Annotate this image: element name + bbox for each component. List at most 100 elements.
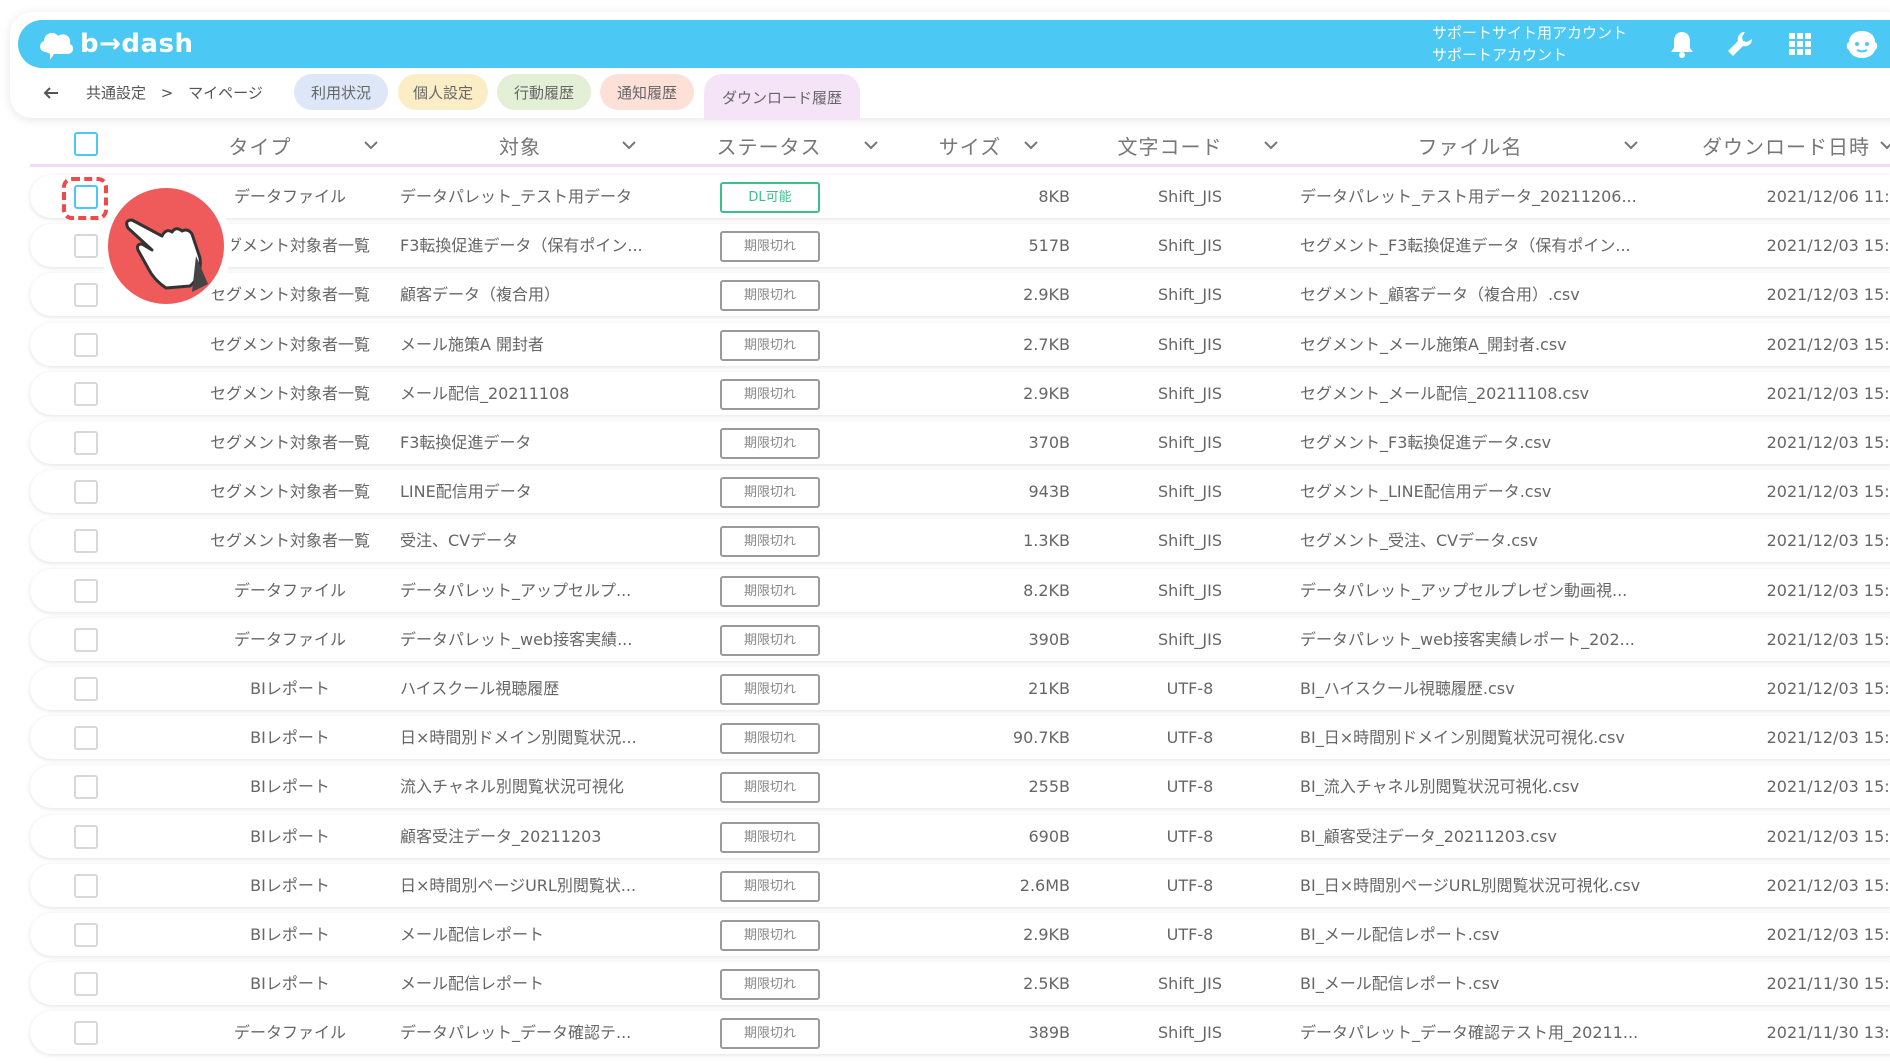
chevron-down-icon[interactable] bbox=[1262, 136, 1280, 154]
row-checkbox[interactable] bbox=[74, 431, 98, 455]
column-header-download-date[interactable]: ダウンロード日時 bbox=[1690, 130, 1870, 160]
cell-filename: BI_日×時間別ドメイン別閲覧状況可視化.csv bbox=[1300, 728, 1625, 748]
row-checkbox[interactable] bbox=[74, 972, 98, 997]
row-checkbox[interactable] bbox=[74, 332, 98, 357]
table-row[interactable]: データファイル データパレット_データ確認テ... 期限切れ 389B Shift_JI… bbox=[30, 1011, 1890, 1055]
row-checkbox[interactable] bbox=[74, 381, 98, 406]
cell-size: 1.3KB bbox=[1023, 531, 1070, 551]
bell-icon[interactable] bbox=[1664, 26, 1700, 62]
table-row[interactable]: データファイル データパレット_web接客実績... 期限切れ 390B Shift_J… bbox=[30, 617, 1890, 661]
table-row[interactable]: セグメント対象者一覧 F3転換促進データ 期限切れ 370B Shift_JIS セグメン… bbox=[30, 421, 1890, 464]
wrench-icon[interactable] bbox=[1722, 26, 1758, 62]
cell-size: 517B bbox=[1028, 236, 1070, 256]
chevron-down-icon[interactable] bbox=[1022, 136, 1040, 154]
cell-download-date: 2021/11/30 13:34 bbox=[1766, 1023, 1890, 1043]
row-checkbox[interactable] bbox=[74, 234, 98, 259]
row-checkbox[interactable] bbox=[74, 578, 98, 603]
logo-text: b→dash bbox=[80, 29, 194, 59]
table-row[interactable]: セグメント対象者一覧 メール配信_20211108 期限切れ 2.9KB Shift_J… bbox=[30, 371, 1890, 415]
cell-encoding: Shift_JIS bbox=[1158, 236, 1222, 256]
cell-download-date: 2021/12/03 15:49 bbox=[1766, 826, 1890, 846]
table-row[interactable]: BIレポート 日×時間別ページURL別閲覧状... 期限切れ 2.6MB UTF-8 BI… bbox=[30, 863, 1890, 907]
cell-type: セグメント対象者一覧 bbox=[209, 334, 370, 354]
row-checkbox[interactable] bbox=[74, 726, 98, 751]
cell-download-date: 2021/12/06 11:09 bbox=[1766, 187, 1890, 206]
row-checkbox[interactable] bbox=[74, 923, 98, 947]
cell-type: BIレポート bbox=[250, 679, 330, 698]
column-header-type[interactable]: タイプ bbox=[200, 130, 320, 160]
tab-action-history[interactable]: 行動履歴 bbox=[497, 74, 591, 110]
table-row[interactable]: データファイル データパレット_テスト用データ DL可能 8KB Shift_JIS デー… bbox=[30, 175, 1890, 218]
tab-download-history[interactable]: ダウンロード履歴 bbox=[704, 74, 860, 120]
row-checkbox[interactable] bbox=[74, 824, 98, 849]
cell-type: BIレポート bbox=[250, 925, 330, 944]
row-checkbox[interactable] bbox=[74, 677, 98, 701]
cell-size: 690B bbox=[1028, 826, 1070, 846]
breadcrumb-item-mypage[interactable]: マイページ bbox=[188, 84, 263, 102]
table-row[interactable]: BIレポート ハイスクール視聴履歴 期限切れ 21KB UTF-8 BI_ハイスクール視聴… bbox=[30, 667, 1890, 710]
cell-type: BIレポート bbox=[250, 777, 330, 797]
cell-size: 21KB bbox=[1028, 679, 1070, 698]
cell-encoding: Shift_JIS bbox=[1158, 580, 1222, 600]
table-row[interactable]: BIレポート 日×時間別ドメイン別閲覧状況... 期限切れ 90.7KB UTF-8 BI… bbox=[30, 716, 1890, 760]
cell-encoding: Shift_JIS bbox=[1158, 285, 1222, 305]
row-checkbox[interactable] bbox=[74, 283, 98, 308]
cell-size: 2.6MB bbox=[1019, 875, 1070, 895]
cell-target: データパレット_テスト用データ bbox=[400, 187, 633, 206]
table-row[interactable]: セグメント対象者一覧 メール施策A 開封者 期限切れ 2.7KB Shift_JIS セグ… bbox=[30, 322, 1890, 366]
select-all-checkbox[interactable] bbox=[74, 132, 98, 156]
cell-size: 8.2KB bbox=[1023, 580, 1070, 600]
logo[interactable]: b→dash bbox=[36, 26, 194, 62]
breadcrumb-item-common-settings[interactable]: 共通設定 bbox=[86, 84, 146, 102]
cell-target: LINE配信用データ bbox=[400, 482, 532, 502]
row-checkbox[interactable] bbox=[74, 627, 98, 652]
column-header-status[interactable]: ステータス bbox=[706, 130, 832, 160]
table-row[interactable]: セグメント対象者一覧 F3転換促進データ（保有ポイン... 期限切れ 517B Shif… bbox=[30, 224, 1890, 268]
status-badge: 期限切れ bbox=[720, 674, 820, 705]
chevron-down-icon[interactable] bbox=[362, 136, 380, 154]
status-badge: 期限切れ bbox=[720, 526, 820, 558]
row-checkbox[interactable] bbox=[74, 775, 98, 800]
back-arrow-icon[interactable] bbox=[40, 82, 62, 104]
table-row[interactable]: セグメント対象者一覧 受注、CVデータ 期限切れ 1.3KB Shift_JIS セグメン… bbox=[30, 519, 1890, 563]
column-header-size[interactable]: サイズ bbox=[930, 130, 1010, 160]
table-row[interactable]: セグメント対象者一覧 顧客データ（複合用） 期限切れ 2.9KB Shift_JIS セグ… bbox=[30, 273, 1890, 317]
cell-type: BIレポート bbox=[250, 974, 330, 994]
cell-download-date: 2021/12/03 15:49 bbox=[1766, 679, 1890, 698]
table-row[interactable]: BIレポート メール配信レポート 期限切れ 2.5KB Shift_JIS BI_メール配… bbox=[30, 962, 1890, 1006]
row-checkbox[interactable] bbox=[74, 1021, 98, 1046]
status-badge[interactable]: DL可能 bbox=[720, 182, 820, 213]
cell-filename: BI_メール配信レポート.csv bbox=[1300, 974, 1500, 994]
chevron-down-icon[interactable] bbox=[1622, 136, 1640, 154]
cell-encoding: Shift_JIS bbox=[1158, 974, 1222, 994]
tab-personal-settings[interactable]: 個人設定 bbox=[398, 74, 488, 110]
tab-usage[interactable]: 利用状況 bbox=[294, 74, 388, 110]
cell-target: メール施策A 開封者 bbox=[400, 334, 545, 354]
column-header-target[interactable]: 対象 bbox=[470, 130, 570, 160]
account-info[interactable]: サポートサイト用アカウント サポートアカウント bbox=[1432, 22, 1627, 66]
cell-encoding: Shift_JIS bbox=[1158, 187, 1222, 206]
cell-download-date: 2021/12/03 15:49 bbox=[1766, 777, 1890, 797]
table-row[interactable]: BIレポート メール配信レポート 期限切れ 2.9KB UTF-8 BI_メール配信レポー… bbox=[30, 913, 1890, 956]
support-face-icon[interactable] bbox=[1844, 26, 1880, 62]
table-row[interactable]: データファイル データパレット_アップセルプ... 期限切れ 8.2KB Shift_J… bbox=[30, 568, 1890, 612]
cell-target: ハイスクール視聴履歴 bbox=[400, 679, 560, 698]
column-header-encoding[interactable]: 文字コード bbox=[1110, 130, 1230, 160]
chevron-down-icon[interactable] bbox=[862, 136, 880, 154]
row-checkbox[interactable] bbox=[74, 529, 98, 554]
status-badge: 期限切れ bbox=[720, 920, 820, 951]
cell-size: 389B bbox=[1028, 1023, 1070, 1043]
chevron-down-icon[interactable] bbox=[620, 136, 638, 154]
status-badge: 期限切れ bbox=[720, 329, 820, 361]
cell-filename: セグメント_LINE配信用データ.csv bbox=[1300, 482, 1552, 502]
row-checkbox[interactable] bbox=[74, 873, 98, 898]
row-checkbox[interactable] bbox=[74, 480, 98, 505]
table-row[interactable]: BIレポート 流入チャネル別閲覧状況可視化 期限切れ 255B UTF-8 BI_流入チャ… bbox=[30, 765, 1890, 809]
grid-icon[interactable] bbox=[1782, 26, 1818, 62]
chevron-down-icon[interactable] bbox=[1878, 136, 1890, 154]
column-header-filename[interactable]: ファイル名 bbox=[1410, 130, 1530, 160]
table-row[interactable]: セグメント対象者一覧 LINE配信用データ 期限切れ 943B Shift_JIS セグメ… bbox=[30, 470, 1890, 514]
tab-notification-history[interactable]: 通知履歴 bbox=[600, 74, 694, 110]
status-badge: 期限切れ bbox=[720, 477, 820, 509]
table-row[interactable]: BIレポート 顧客受注データ_20211203 期限切れ 690B UTF-8 BI_顧客… bbox=[30, 814, 1890, 858]
